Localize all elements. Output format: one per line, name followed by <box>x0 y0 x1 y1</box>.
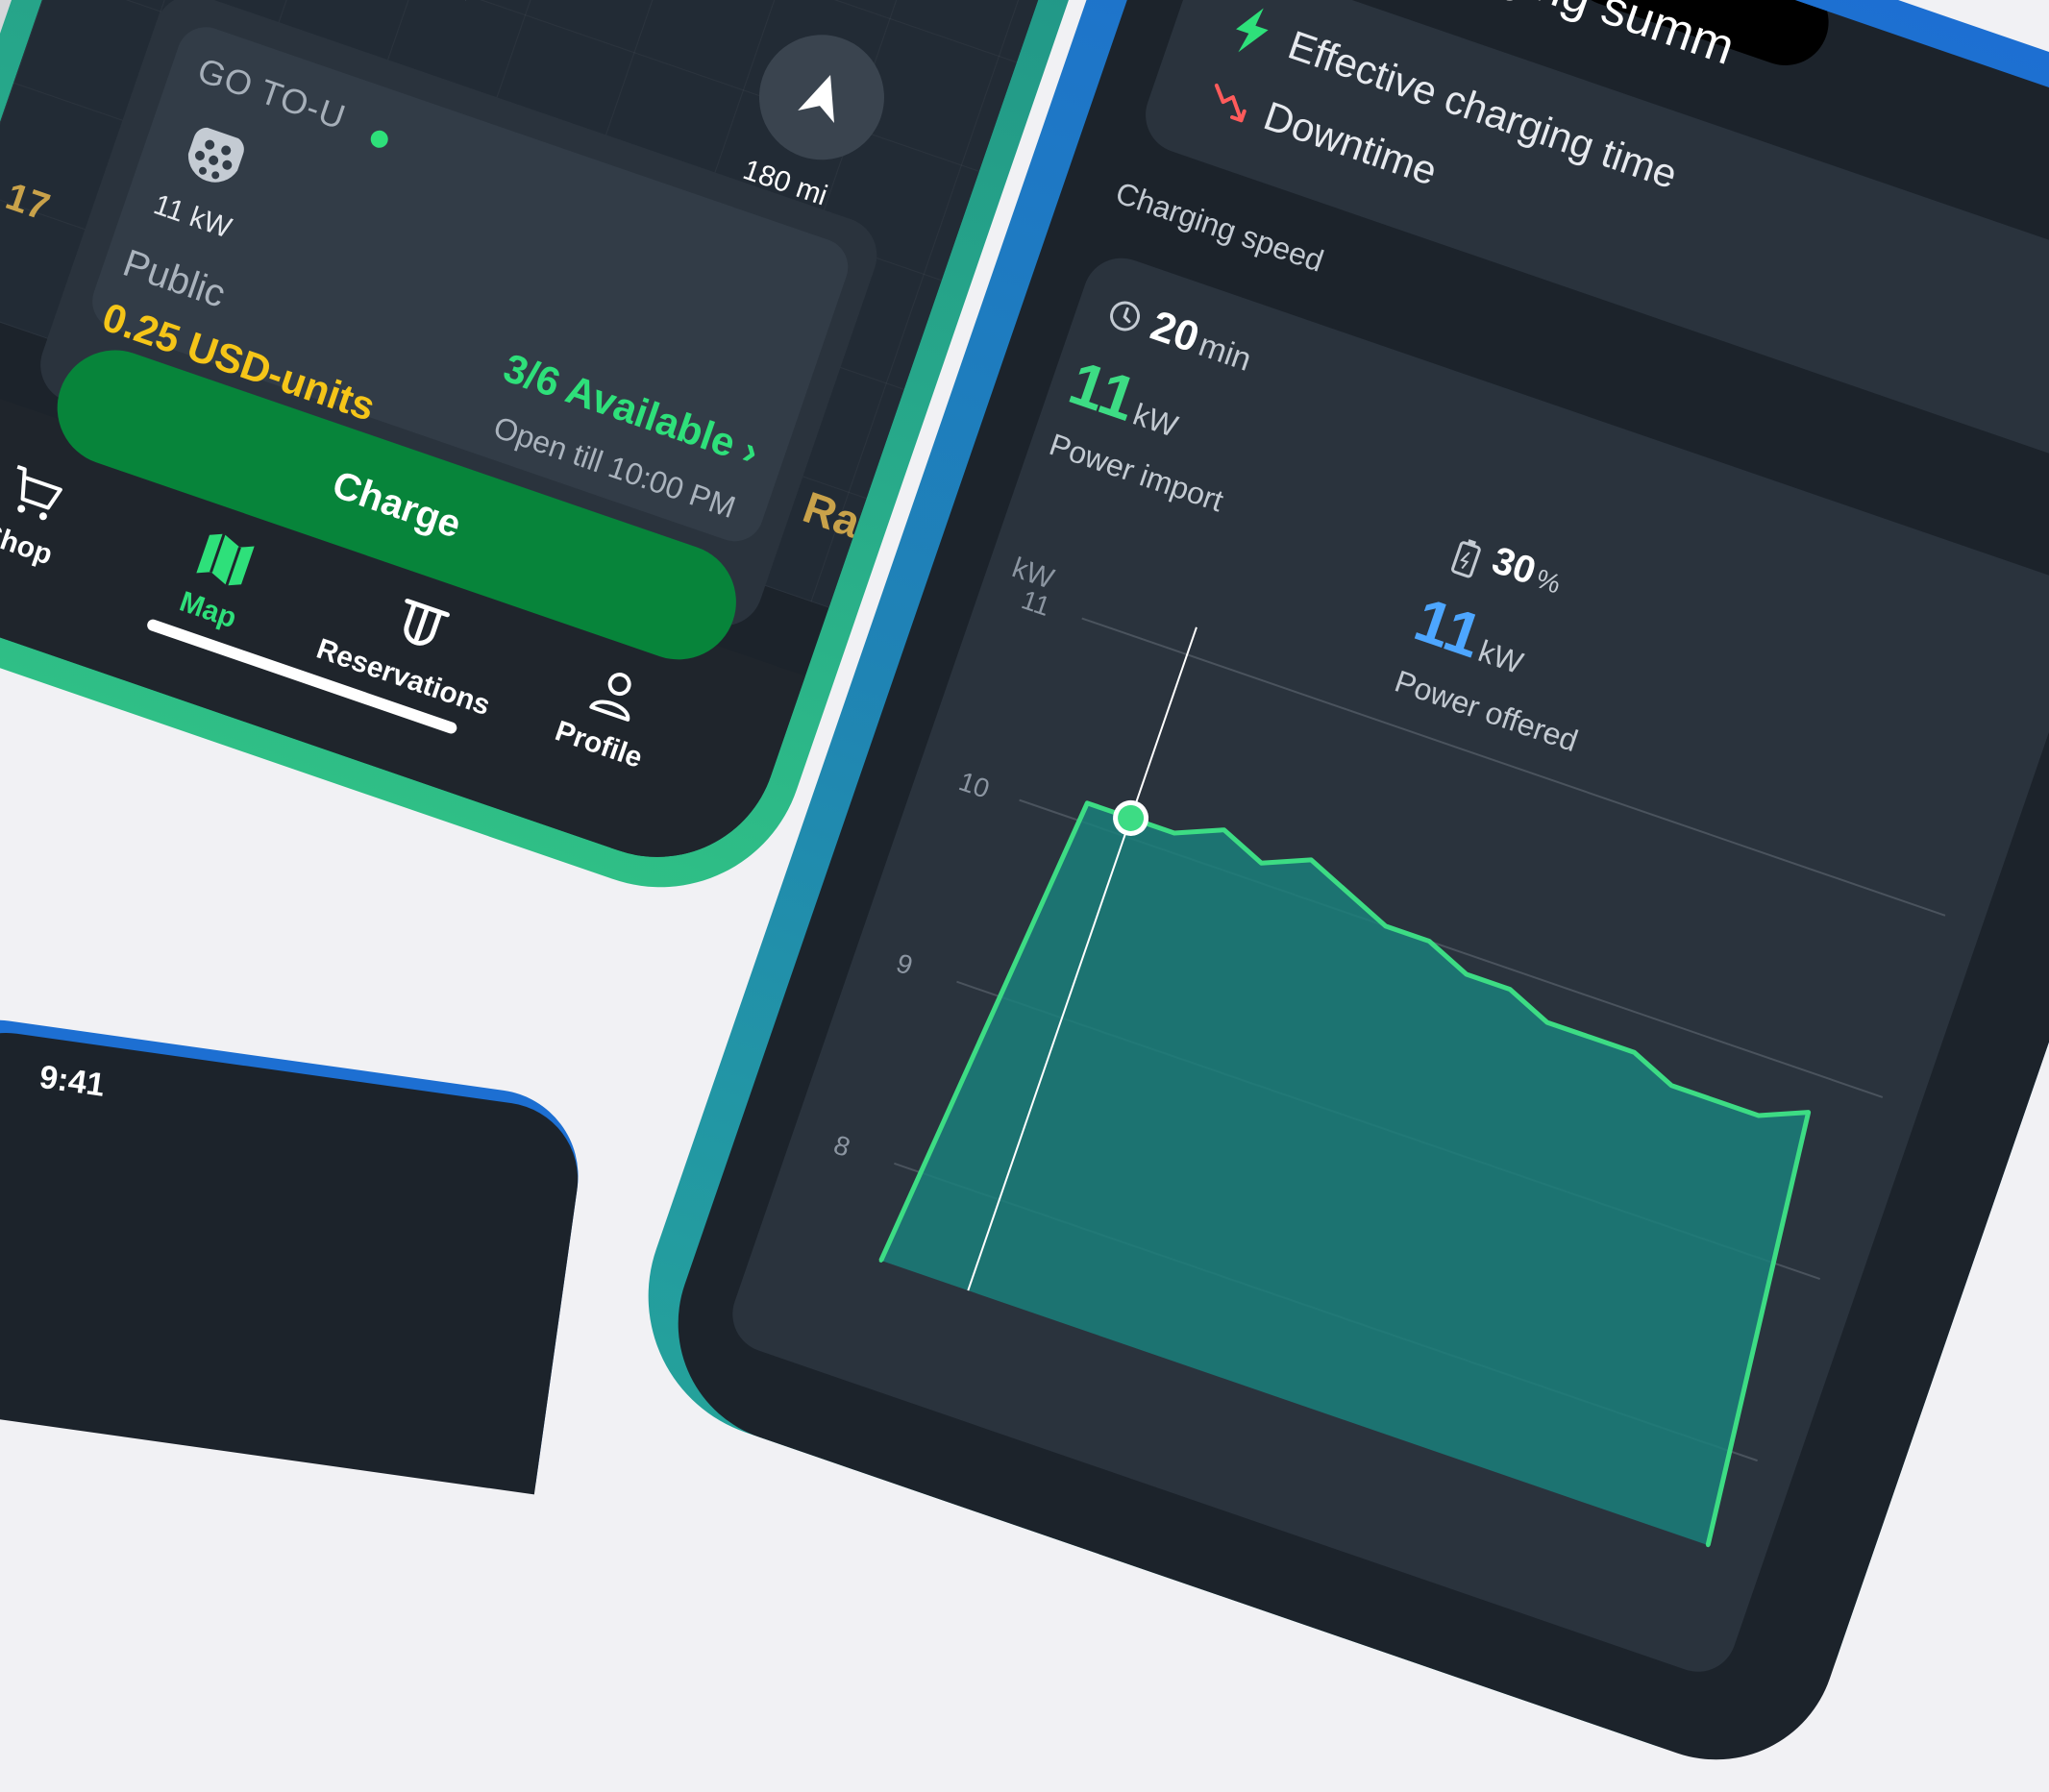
battery-icon <box>1451 539 1481 578</box>
power-import-unit: kW <box>1128 396 1182 444</box>
status-time: 9:41 <box>37 1058 108 1104</box>
map-label: 17 <box>0 175 55 230</box>
effective-time-label: Effective charging time <box>1282 21 1684 198</box>
type2-connector-icon <box>187 127 244 183</box>
battery: 30 % <box>1487 539 1568 603</box>
station-power: 11 kW <box>149 188 235 245</box>
y-tick-label: 10 <box>955 766 994 803</box>
clock-icon <box>1110 301 1141 331</box>
phone-corner: 9:41 <box>0 1009 590 1495</box>
duration-unit: min <box>1194 327 1256 379</box>
navigation-arrow-icon <box>798 74 834 123</box>
y-tick-label: 9 <box>893 947 917 980</box>
battery-value: 30 <box>1487 538 1542 593</box>
duration: 20 min <box>1145 302 1259 381</box>
power-import-label: Power import <box>1045 427 1228 519</box>
trend-down-icon <box>1214 83 1247 123</box>
area-series <box>880 802 1809 1546</box>
battery-unit: % <box>1532 563 1565 600</box>
bolt-icon <box>1236 8 1269 53</box>
charging-speed-chart[interactable]: kW111098 <box>756 548 1994 1583</box>
status-dot <box>368 128 391 151</box>
header-hours: Open till 10:00 PM <box>211 0 478 10</box>
power-offered-unit: kW <box>1473 633 1528 681</box>
y-tick-label: 8 <box>830 1129 854 1162</box>
